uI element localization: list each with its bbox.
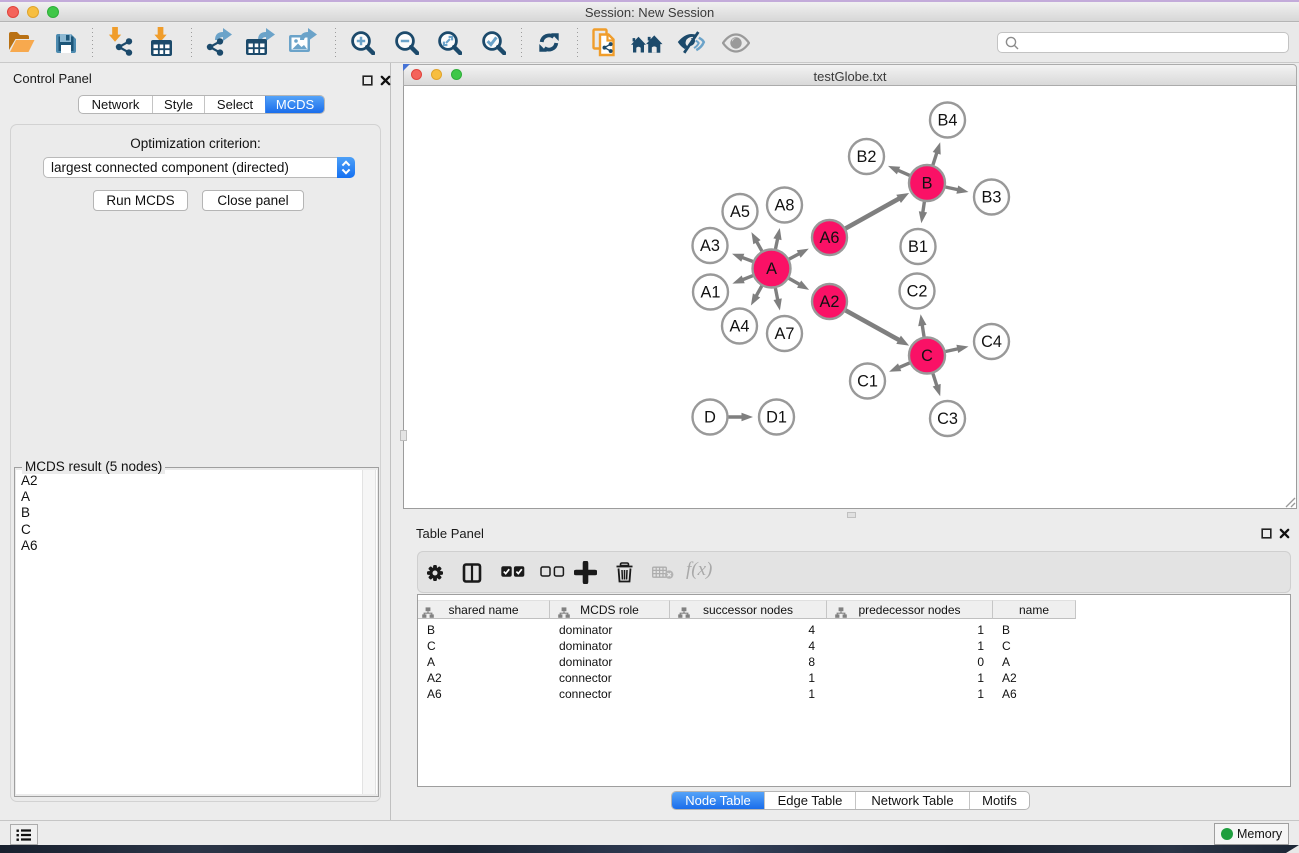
svg-text:C3: C3 xyxy=(937,410,958,428)
svg-text:B: B xyxy=(922,175,933,193)
svg-text:A4: A4 xyxy=(730,318,750,336)
svg-text:B2: B2 xyxy=(857,148,877,166)
svg-text:A8: A8 xyxy=(775,197,795,215)
svg-text:C4: C4 xyxy=(981,333,1002,351)
svg-text:B1: B1 xyxy=(908,238,928,256)
svg-text:A5: A5 xyxy=(730,203,750,221)
svg-text:C1: C1 xyxy=(857,373,878,391)
svg-text:B3: B3 xyxy=(982,189,1002,207)
svg-text:A2: A2 xyxy=(820,293,840,311)
svg-text:A6: A6 xyxy=(820,229,840,247)
svg-text:A7: A7 xyxy=(775,325,795,343)
svg-text:C2: C2 xyxy=(907,283,928,301)
svg-text:A1: A1 xyxy=(701,284,721,302)
svg-text:D1: D1 xyxy=(766,409,787,427)
svg-text:D: D xyxy=(704,409,716,427)
svg-text:C: C xyxy=(921,347,933,365)
svg-text:A: A xyxy=(766,260,777,278)
svg-text:B4: B4 xyxy=(938,112,958,130)
svg-text:A3: A3 xyxy=(700,237,720,255)
